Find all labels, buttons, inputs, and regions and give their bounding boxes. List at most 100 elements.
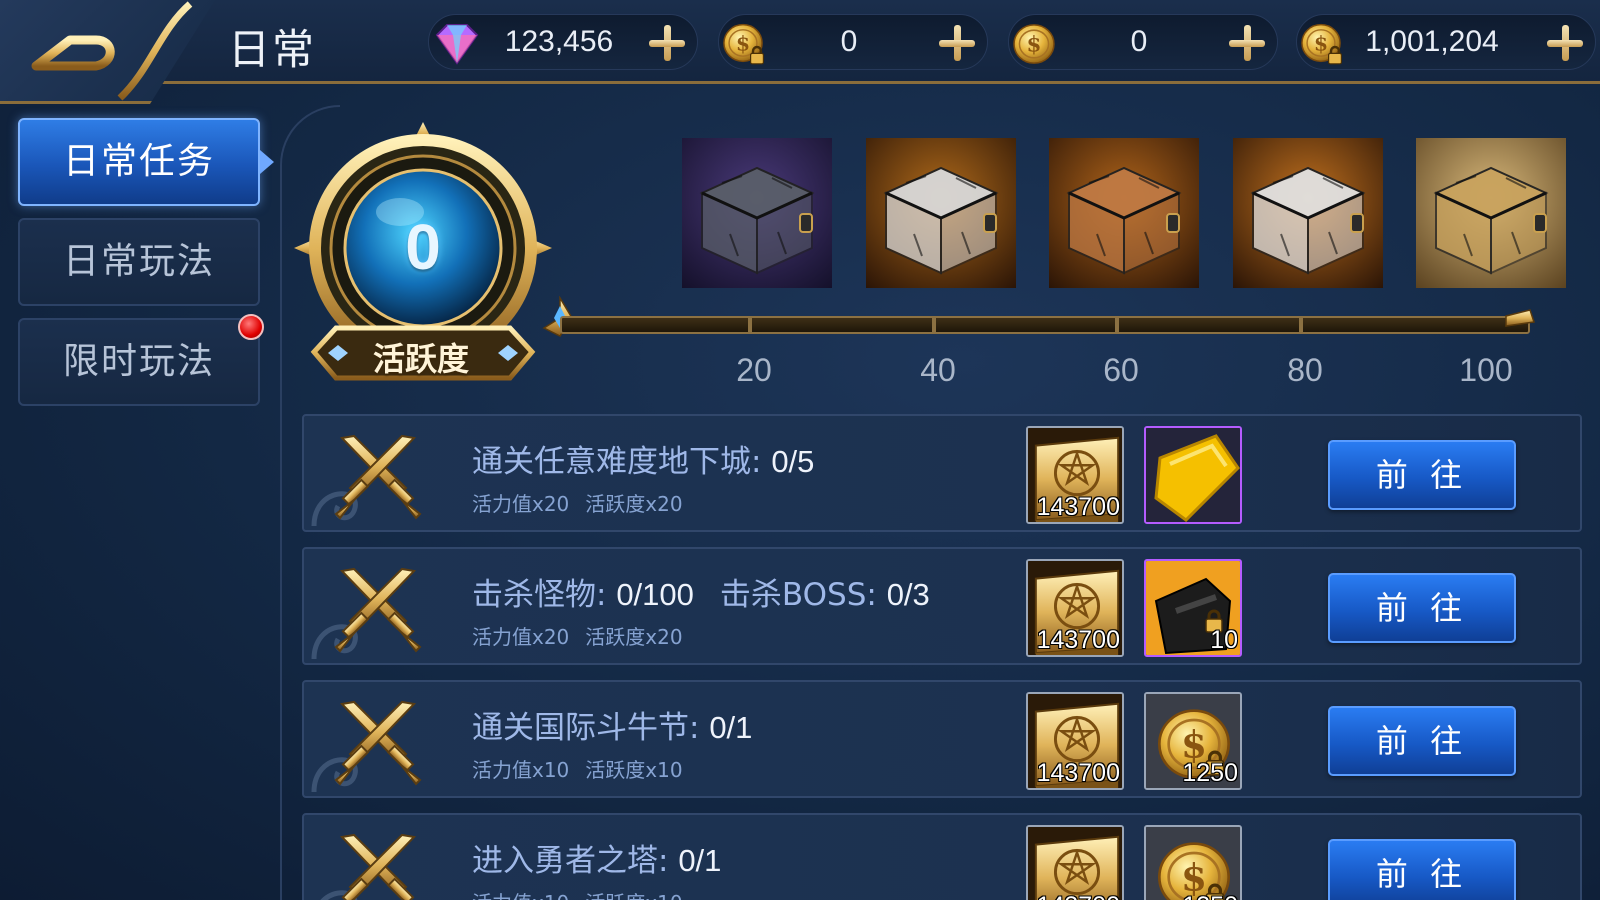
locked-dollar-coin-icon — [1146, 827, 1240, 900]
silver-gold-chest-icon — [1233, 138, 1383, 288]
currency-diamond: 123,456 — [428, 14, 698, 70]
go-button[interactable]: 前 往 — [1328, 440, 1516, 510]
reward-quantity: 10 — [1210, 626, 1238, 654]
add-locked-gold-button[interactable] — [933, 19, 981, 67]
task-reward-text: 活力值x20 活跃度x20 — [472, 488, 683, 517]
notification-badge — [238, 314, 264, 340]
task-title: 击杀怪物: 0/100 击杀BOSS: 0/3 — [472, 569, 930, 614]
reward-item[interactable] — [1144, 426, 1242, 524]
sidebar-item-daily-play[interactable]: 日常玩法 — [18, 218, 260, 306]
milestone-label: 60 — [1103, 352, 1139, 388]
sidebar-item-label: 限时玩法 — [62, 341, 215, 382]
task-reward-text: 活力值x10 活跃度x10 — [472, 887, 683, 900]
activity-value: 0 — [405, 211, 441, 283]
stamina-reward: 活力值x20 — [472, 492, 570, 516]
chest-reward-40[interactable] — [866, 138, 1016, 288]
gold-bar-icon — [1146, 428, 1240, 522]
task-row: 通关任意难度地下城: 0/5 活力值x20 活跃度x20 143700 前 往 — [302, 414, 1582, 532]
task-name: 击杀怪物: — [472, 577, 607, 613]
reward-item[interactable]: 1250 — [1144, 692, 1242, 790]
milestone-label: 100 — [1459, 352, 1513, 388]
crossed-swords-icon — [328, 426, 428, 526]
activity-label: 活跃度 — [372, 340, 469, 378]
chest-reward-100[interactable] — [1416, 138, 1566, 288]
go-button[interactable]: 前 往 — [1328, 573, 1516, 643]
stamina-reward: 活力值x10 — [472, 758, 570, 782]
task-progress: 0/5 — [771, 444, 815, 479]
stamina-reward: 活力值x20 — [472, 625, 570, 649]
chest-reward-80[interactable] — [1233, 138, 1383, 288]
reward-quantity: 1250 — [1182, 892, 1238, 900]
task-name: 击杀BOSS: — [719, 577, 877, 613]
progress-tick — [748, 316, 752, 334]
task-row: 通关国际斗牛节: 0/1 活力值x10 活跃度x10 143700 1250 前 … — [302, 680, 1582, 798]
progress-tick — [1299, 316, 1303, 334]
currency-value: 0 — [1130, 25, 1148, 58]
milestone-label: 80 — [1287, 352, 1323, 388]
task-row: 进入勇者之塔: 0/1 活力值x10 活跃度x10 143700 1250 前 往 — [302, 813, 1582, 900]
reward-item[interactable]: 10 — [1144, 559, 1242, 657]
crossed-swords-icon — [328, 692, 428, 792]
go-button[interactable]: 前 往 — [1328, 706, 1516, 776]
add-locked-dollar-button[interactable] — [1541, 19, 1589, 67]
task-title: 通关任意难度地下城: 0/5 — [472, 436, 814, 481]
back-arrow-icon — [31, 1, 193, 101]
currency-locked-dollar: 1,001,204 — [1296, 14, 1596, 70]
task-reward-text: 活力值x10 活跃度x10 — [472, 754, 683, 783]
activity-reward: 活跃度x10 — [585, 891, 682, 900]
add-diamond-button[interactable] — [643, 19, 691, 67]
activity-progress-bar — [560, 316, 1530, 334]
reward-item[interactable]: 1250 — [1144, 825, 1242, 900]
silver-chest-icon — [866, 138, 1016, 288]
task-progress: 0/100 — [616, 577, 694, 612]
currency-value: 123,456 — [504, 25, 614, 58]
crossed-swords-icon — [328, 559, 428, 659]
reward-quantity: 143700 — [1037, 892, 1120, 900]
task-progress: 0/1 — [678, 843, 722, 878]
task-progress: 0/3 — [886, 577, 930, 612]
gold-coin-icon — [1013, 24, 1055, 64]
reward-item[interactable]: 143700 — [1026, 559, 1124, 657]
sidebar-item-label: 日常玩法 — [62, 241, 215, 282]
task-row: 击杀怪物: 0/100 击杀BOSS: 0/3 活力值x20 活跃度x20 1437… — [302, 547, 1582, 665]
reward-quantity: 143700 — [1036, 493, 1120, 521]
activity-reward: 活跃度x20 — [585, 492, 683, 516]
add-gold-button[interactable] — [1223, 19, 1271, 67]
dark-iron-chest-icon — [682, 138, 832, 288]
sidebar-item-label: 日常任务 — [62, 141, 215, 182]
currency-value: 1,001,204 — [1365, 25, 1499, 58]
milestone-label: 40 — [920, 352, 956, 388]
diamond-icon — [435, 24, 479, 65]
progress-tick — [932, 316, 936, 334]
stamina-reward: 活力值x10 — [472, 891, 569, 900]
crossed-swords-icon — [328, 825, 428, 900]
task-name: 通关国际斗牛节: — [472, 710, 700, 746]
go-button[interactable]: 前 往 — [1328, 839, 1516, 900]
progress-cap-right-icon — [1505, 309, 1535, 327]
reward-item[interactable]: 143700 — [1026, 825, 1124, 900]
task-reward-text: 活力值x20 活跃度x20 — [472, 621, 683, 650]
currency-locked-gold: 0 — [718, 14, 988, 70]
activity-reward: 活跃度x10 — [585, 758, 683, 782]
reward-quantity: 143700 — [1036, 759, 1120, 787]
gold-book-icon — [1028, 827, 1124, 900]
chest-reward-20[interactable] — [682, 138, 832, 288]
back-button[interactable] — [0, 0, 215, 104]
activity-reward: 活跃度x20 — [585, 625, 683, 649]
task-progress: 0/1 — [709, 710, 753, 745]
sidebar-item-limited-play[interactable]: 限时玩法 — [18, 314, 264, 406]
top-bar: 日常 123,456 0 0 1,001,204 — [0, 0, 1600, 104]
reward-item[interactable]: 143700 — [1026, 692, 1124, 790]
task-title: 通关国际斗牛节: 0/1 — [472, 702, 752, 747]
reward-item[interactable]: 143700 — [1026, 426, 1124, 524]
task-title: 进入勇者之塔: 0/1 — [472, 835, 721, 880]
sidebar-item-daily-tasks[interactable]: 日常任务 — [18, 118, 274, 206]
locked-dollar-coin-icon — [1301, 23, 1343, 65]
currency-value: 0 — [840, 25, 858, 58]
task-name: 进入勇者之塔: — [472, 843, 669, 879]
reward-quantity: 143700 — [1036, 626, 1120, 654]
chest-reward-60[interactable] — [1049, 138, 1199, 288]
milestone-label: 20 — [736, 352, 772, 388]
locked-gold-coin-icon — [723, 23, 765, 65]
reward-quantity: 1250 — [1182, 759, 1238, 787]
